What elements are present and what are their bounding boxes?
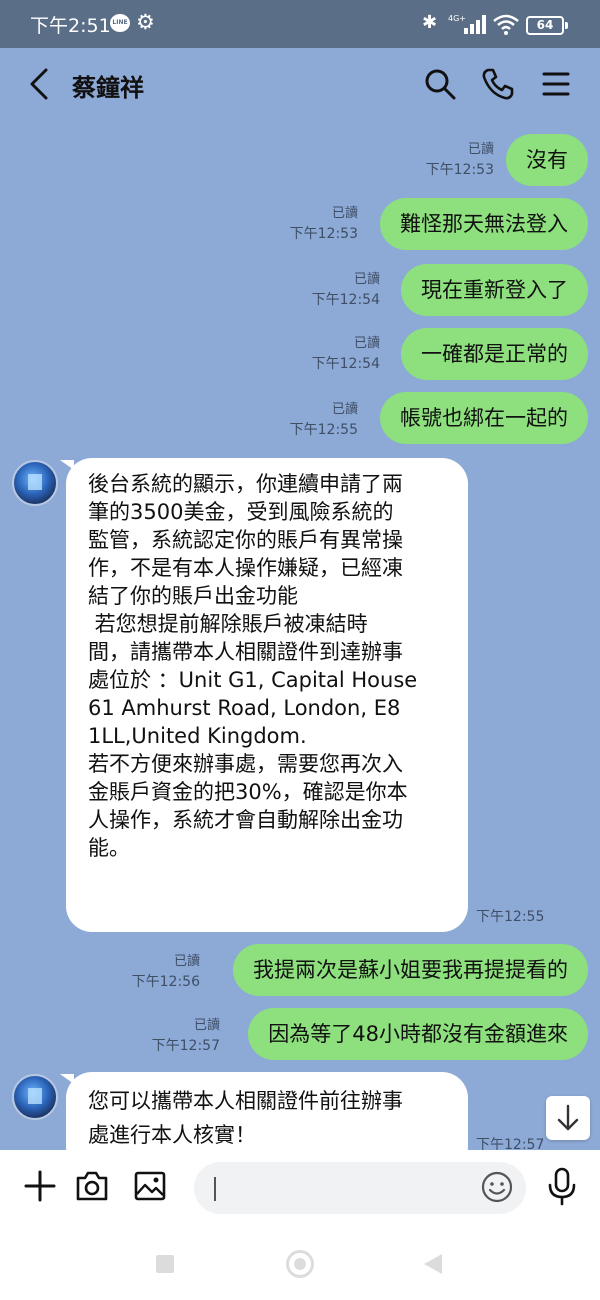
status-bar: 下午2:51 LINE ⚙ ✱ 4G+ 64 (0, 0, 600, 48)
signal-strength-icon (464, 14, 488, 34)
message-line: 作，不是有本人操作嫌疑，已經凍 (88, 556, 403, 580)
read-status: 已讀 (193, 1018, 220, 1033)
message-time: 下午12:57 (151, 1038, 220, 1054)
contact-name[interactable]: 蔡鐘祥 (72, 68, 144, 103)
emoji-icon[interactable] (480, 1170, 514, 1204)
phone-icon[interactable] (480, 66, 516, 102)
message-meta: 已讀 下午12:54 (312, 270, 380, 310)
message-line: 處進行本人核實！ (88, 1123, 256, 1147)
message-meta: 已讀 下午12:57 (152, 1016, 220, 1056)
message-time: 下午12:57 (476, 1137, 545, 1150)
text-cursor (214, 1177, 216, 1201)
read-status: 已讀 (331, 206, 358, 221)
message-time: 下午12:56 (131, 974, 200, 990)
message-line: 金賬戶資金的把30%，確認是你本 (88, 780, 408, 804)
message-line: 筆的3500美金，受到風險系統的 (88, 500, 394, 524)
incoming-message-bubble[interactable]: 後台系統的顯示，你連續申請了兩 筆的3500美金，受到風險系統的 監管，系統認定… (66, 458, 468, 932)
home-button[interactable] (286, 1250, 314, 1278)
read-status: 已讀 (173, 954, 200, 969)
recent-apps-button[interactable] (156, 1255, 174, 1273)
mic-icon[interactable] (546, 1166, 578, 1206)
outgoing-message-bubble[interactable]: 現在重新登入了 (401, 264, 588, 316)
message-line: 後台系統的顯示，你連續申請了兩 (88, 472, 403, 496)
image-icon[interactable] (132, 1168, 168, 1204)
chat-header: 蔡鐘祥 (0, 48, 600, 120)
back-arrow-icon[interactable] (24, 64, 56, 104)
message-meta: 已讀 下午12:56 (132, 952, 200, 992)
message-line: 1LL,United Kingdom. (88, 724, 307, 748)
read-status: 已讀 (353, 272, 380, 287)
message-line: 若不方便來辦事處，需要您再次入 (88, 752, 403, 776)
message-time: 下午12:55 (289, 422, 358, 438)
outgoing-message-bubble[interactable]: 帳號也綁在一起的 (380, 392, 588, 444)
battery-indicator: 64 (526, 16, 568, 35)
contact-avatar[interactable] (12, 1074, 58, 1120)
incoming-message-bubble[interactable]: 您可以攜帶本人相關證件前往辦事 處進行本人核實！ (66, 1072, 468, 1150)
read-status: 已讀 (467, 142, 494, 157)
message-input-bar (0, 1150, 600, 1226)
message-line: 結了你的賬戶出金功能 (88, 584, 298, 608)
scroll-to-bottom-button[interactable] (546, 1096, 590, 1140)
message-line: 61 Amhurst Road, London, E8 (88, 696, 401, 720)
read-status: 已讀 (353, 336, 380, 351)
message-time: 下午12:55 (476, 909, 545, 925)
message-time: 下午12:54 (311, 356, 380, 372)
settings-gear-icon: ⚙ (136, 10, 155, 34)
message-time: 下午12:54 (311, 292, 380, 308)
search-icon[interactable] (422, 66, 458, 102)
message-line: 您可以攜帶本人相關證件前往辦事 (88, 1089, 403, 1113)
plus-icon[interactable] (22, 1168, 58, 1204)
outgoing-message-bubble[interactable]: 我提兩次是蘇小姐要我再提提看的 (233, 944, 588, 996)
chat-messages[interactable]: 已讀 下午12:53 沒有 已讀 下午12:53 難怪那天無法登入 已讀 下午1… (0, 120, 600, 1150)
contact-avatar[interactable] (12, 460, 58, 506)
message-line: 人操作，系統才會自動解除出金功 (88, 808, 403, 832)
wifi-icon (493, 14, 519, 35)
message-line: 若您想提前解除賬戶被凍結時 (88, 612, 368, 636)
outgoing-message-bubble[interactable]: 難怪那天無法登入 (380, 198, 588, 250)
message-input[interactable] (194, 1162, 526, 1214)
message-line: 間，請攜帶本人相關證件到達辦事 (88, 640, 403, 664)
message-line: 能。 (88, 836, 130, 860)
status-time: 下午2:51 (30, 15, 111, 37)
message-meta: 已讀 下午12:53 (426, 140, 494, 180)
message-meta: 已讀 下午12:54 (312, 334, 380, 374)
message-time: 下午12:53 (289, 226, 358, 242)
outgoing-message-bubble[interactable]: 一確都是正常的 (401, 328, 588, 380)
read-status: 已讀 (331, 402, 358, 417)
menu-icon[interactable] (538, 66, 574, 102)
system-navigation-bar (0, 1226, 600, 1300)
message-meta: 已讀 下午12:53 (290, 204, 358, 244)
outgoing-message-bubble[interactable]: 因為等了48小時都沒有金額進來 (248, 1008, 588, 1060)
message-meta: 已讀 下午12:55 (290, 400, 358, 440)
camera-icon[interactable] (74, 1168, 110, 1204)
back-button[interactable] (424, 1254, 442, 1274)
message-line: 監管，系統認定你的賬戶有異常操 (88, 528, 403, 552)
message-line: 處位於 ：Unit G1, Capital House (88, 668, 418, 692)
line-notification-icon: LINE (110, 14, 130, 32)
bluetooth-icon: ✱ (422, 12, 438, 33)
outgoing-message-bubble[interactable]: 沒有 (506, 134, 588, 186)
message-time: 下午12:53 (425, 162, 494, 178)
